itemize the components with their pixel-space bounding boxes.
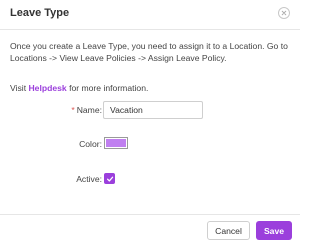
- leave-type-dialog: Leave Type Once you create a Leave Type,…: [0, 0, 300, 244]
- helpdesk-note-prefix: Visit: [10, 83, 29, 93]
- dialog-description: Once you create a Leave Type, you need t…: [10, 41, 288, 63]
- cancel-button[interactable]: Cancel: [207, 221, 250, 240]
- helpdesk-note-suffix: for more information.: [66, 83, 149, 93]
- required-marker: *: [71, 105, 75, 115]
- checkmark-icon: [106, 176, 113, 182]
- save-button[interactable]: Save: [256, 221, 292, 240]
- helpdesk-note: Visit Helpdesk for more information.: [10, 83, 148, 93]
- color-label: Color:: [79, 139, 102, 149]
- name-label: * Name:: [71, 105, 102, 115]
- active-label: Active:: [76, 174, 102, 184]
- close-button[interactable]: [278, 7, 290, 19]
- dialog-header: Leave Type: [0, 0, 300, 30]
- color-row: Color:: [0, 136, 300, 156]
- dialog-footer: Cancel Save: [0, 214, 300, 244]
- name-row: * Name:: [0, 101, 300, 121]
- color-picker[interactable]: [104, 137, 128, 149]
- color-swatch-fill: [106, 139, 126, 147]
- helpdesk-link[interactable]: Helpdesk: [28, 83, 66, 93]
- active-checkbox[interactable]: [104, 173, 115, 184]
- active-row: Active:: [0, 171, 300, 191]
- name-label-text: Name:: [76, 105, 102, 115]
- name-input[interactable]: [103, 101, 203, 119]
- dialog-title: Leave Type: [10, 7, 70, 19]
- close-icon: [281, 10, 287, 16]
